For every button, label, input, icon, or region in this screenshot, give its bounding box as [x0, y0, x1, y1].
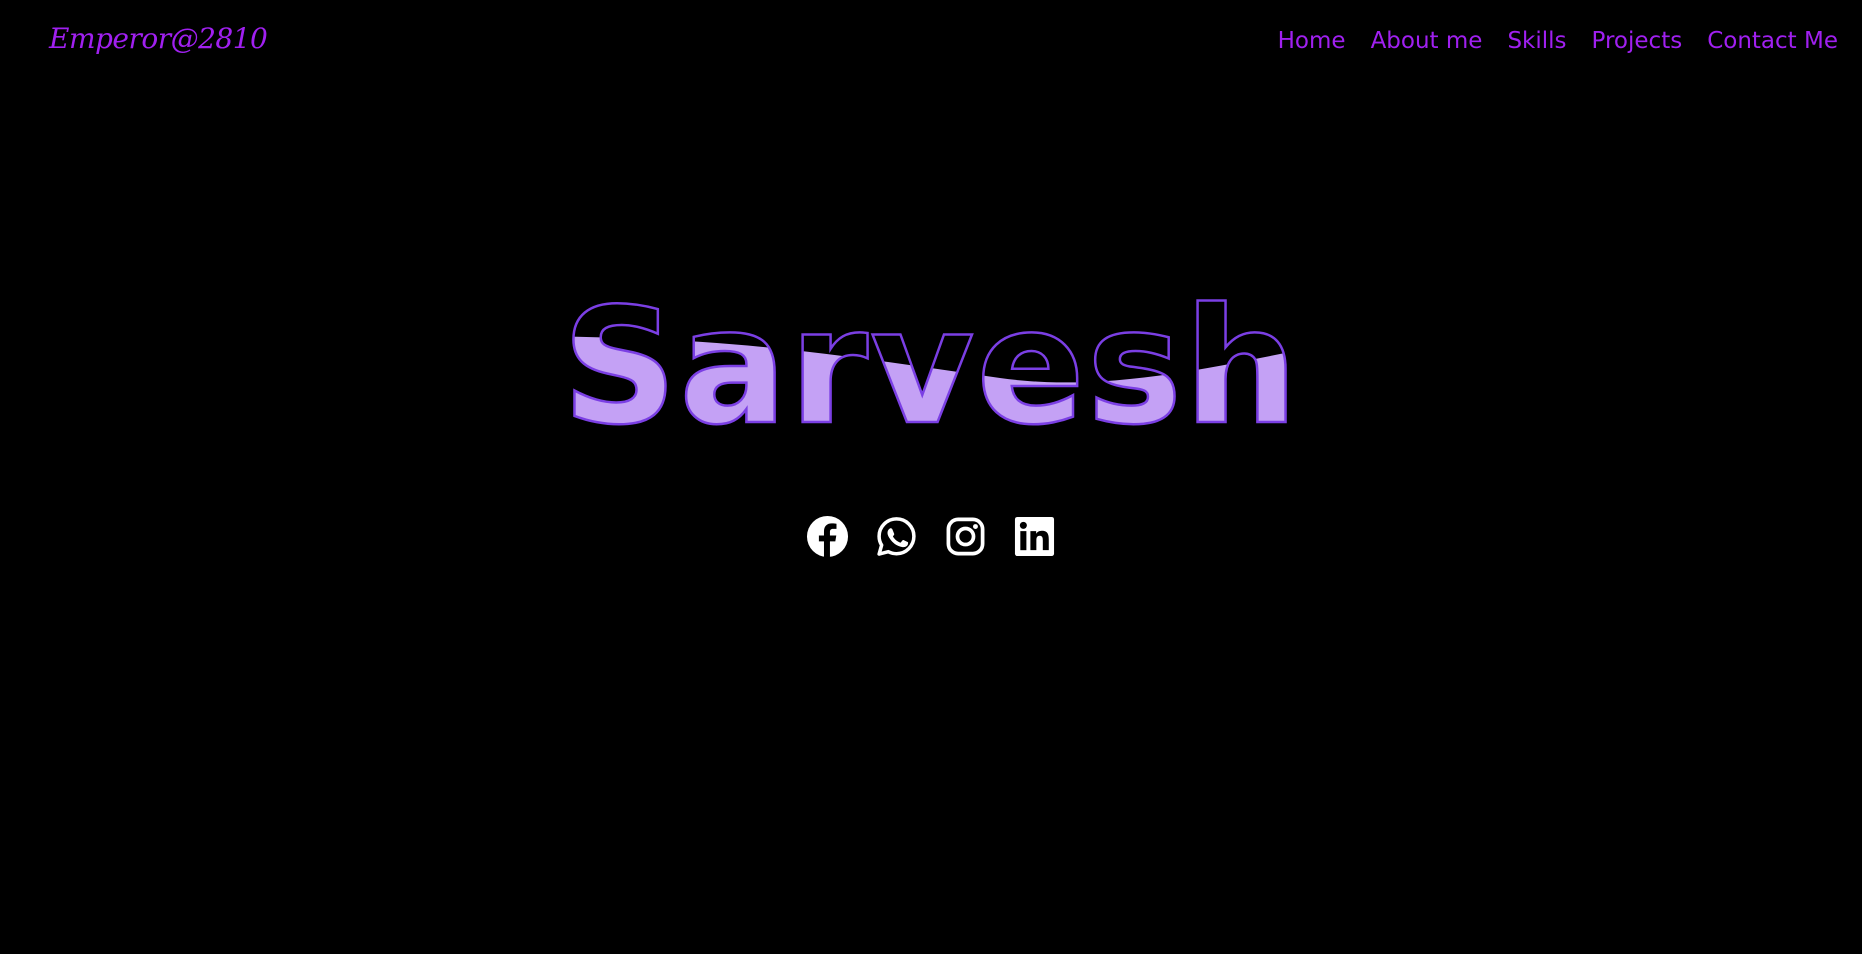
social-links	[0, 515, 1862, 558]
whatsapp-icon	[877, 517, 916, 556]
navbar: Emperor@2810 Home About me Skills Projec…	[0, 0, 1862, 90]
site-logo[interactable]: Emperor@2810	[49, 22, 268, 55]
nav-link-about-me[interactable]: About me	[1371, 28, 1483, 54]
nav-link-projects[interactable]: Projects	[1592, 28, 1683, 54]
hero-name-graphic: Sarvesh Sarvesh	[561, 272, 1300, 440]
linkedin-icon	[1014, 516, 1055, 557]
hero-section: Sarvesh Sarvesh	[0, 270, 1862, 440]
instagram-link[interactable]	[944, 515, 987, 558]
linkedin-link[interactable]	[1013, 515, 1056, 558]
facebook-icon	[806, 515, 849, 558]
whatsapp-link[interactable]	[875, 515, 918, 558]
hero-name-outline: Sarvesh	[562, 273, 1300, 440]
facebook-link[interactable]	[806, 515, 849, 558]
nav-link-home[interactable]: Home	[1278, 28, 1346, 54]
instagram-icon	[946, 517, 985, 556]
nav-menu: Home About me Skills Projects Contact Me	[1278, 28, 1838, 54]
nav-link-skills[interactable]: Skills	[1507, 28, 1566, 54]
nav-link-contact-me[interactable]: Contact Me	[1707, 28, 1838, 54]
